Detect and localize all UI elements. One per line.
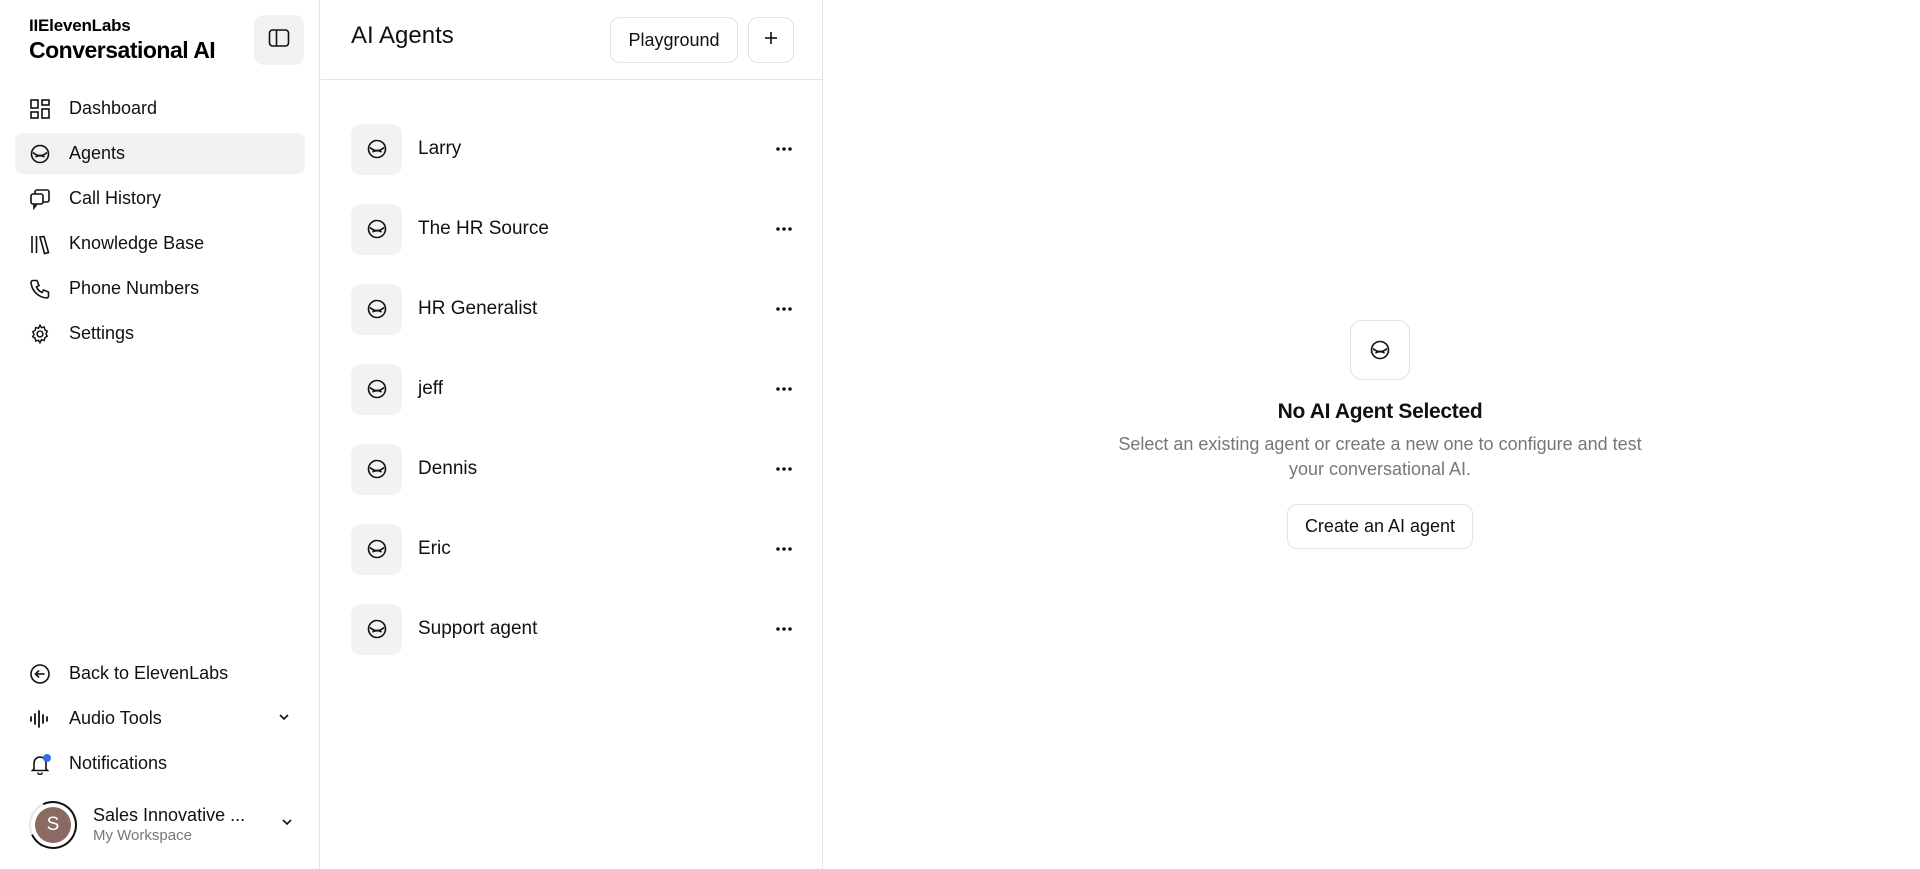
agents-list-panel: AI Agents Playground Larry The HR Source H… <box>321 0 823 869</box>
agent-icon <box>351 603 402 655</box>
empty-state-title: No AI Agent Selected <box>1277 400 1483 423</box>
agent-row[interactable]: Eric <box>351 509 801 589</box>
agent-icon <box>29 143 51 165</box>
agent-name: Support agent <box>418 618 538 639</box>
agent-name: HR Generalist <box>418 298 538 319</box>
more-options-icon[interactable] <box>771 136 797 162</box>
more-options-icon[interactable] <box>771 456 797 482</box>
agent-name: Eric <box>418 538 451 559</box>
agent-icon <box>351 203 402 255</box>
gear-icon <box>29 323 51 345</box>
create-agent-button[interactable]: Create an AI agent <box>1287 504 1473 549</box>
brand-logo[interactable]: IIElevenLabs Conversational AI <box>29 16 216 64</box>
audio-tools-label: Audio Tools <box>69 708 162 728</box>
notifications-label: Notifications <box>69 753 168 773</box>
notifications-link[interactable]: Notifications <box>15 743 305 784</box>
agent-icon <box>351 283 402 335</box>
agent-icon <box>351 123 402 175</box>
agent-name: The HR Source <box>418 218 549 239</box>
more-options-icon[interactable] <box>771 616 797 642</box>
chevron-down-icon <box>280 815 294 834</box>
sidebar-item-phone-numbers[interactable]: Phone Numbers <box>15 268 305 309</box>
back-arrow-circle-icon <box>29 663 51 685</box>
sidebar-item-label: Call History <box>69 188 162 208</box>
sidebar-item-label: Phone Numbers <box>69 278 200 298</box>
sidebar-toggle-icon <box>267 26 291 55</box>
empty-state-description: Select an existing agent or create a new… <box>1118 434 1642 479</box>
sidebar-item-label: Dashboard <box>69 98 158 118</box>
back-to-elevenlabs-link[interactable]: Back to ElevenLabs <box>15 653 305 694</box>
sidebar-item-knowledge-base[interactable]: Knowledge Base <box>15 223 305 264</box>
agent-row[interactable]: jeff <box>351 349 801 429</box>
playground-button[interactable]: Playground <box>610 17 738 63</box>
empty-state: No AI Agent Selected Select an existing … <box>1040 320 1720 549</box>
page-title: AI Agents <box>351 22 454 49</box>
more-options-icon[interactable] <box>771 536 797 562</box>
agent-icon <box>351 363 402 415</box>
notification-dot <box>43 753 51 762</box>
avatar: S <box>35 807 71 843</box>
dashboard-icon <box>29 98 51 120</box>
add-agent-button[interactable] <box>748 17 794 63</box>
agent-row[interactable]: Support agent <box>351 589 801 669</box>
books-icon <box>29 233 51 255</box>
workspace-subtitle: My Workspace <box>93 827 192 844</box>
more-options-icon[interactable] <box>771 376 797 402</box>
sidebar-item-dashboard[interactable]: Dashboard <box>15 88 305 129</box>
agent-name: jeff <box>418 378 444 399</box>
sidebar-bottom: Back to ElevenLabs Audio Tools Notificat… <box>15 653 305 788</box>
agent-list: Larry The HR Source HR Generalist jeff Denni… <box>351 109 801 669</box>
agent-row[interactable]: Larry <box>351 109 801 189</box>
waveform-icon <box>29 708 51 730</box>
collapse-sidebar-button[interactable] <box>254 15 304 65</box>
phone-icon <box>29 278 51 300</box>
avatar-ring: S <box>29 801 77 849</box>
bell-icon <box>29 753 51 775</box>
agent-name: Dennis <box>418 458 478 479</box>
sidebar-item-label: Knowledge Base <box>69 233 205 253</box>
sidebar-item-label: Agents <box>69 143 126 163</box>
agent-row[interactable]: Dennis <box>351 429 801 509</box>
sidebar: IIElevenLabs Conversational AI Dashboard… <box>0 0 320 869</box>
sidebar-item-call-history[interactable]: Call History <box>15 178 305 219</box>
sidebar-item-settings[interactable]: Settings <box>15 313 305 354</box>
agent-icon <box>1350 320 1410 380</box>
plus-icon <box>763 30 779 51</box>
workspace-name: Sales Innovative ... <box>93 805 246 825</box>
brand-company: IIElevenLabs <box>29 16 131 35</box>
agent-row[interactable]: HR Generalist <box>351 269 801 349</box>
chevron-down-icon <box>277 708 291 729</box>
sidebar-nav: Dashboard Agents Call History Knowledge … <box>15 88 305 358</box>
brand-product: Conversational AI <box>29 37 216 63</box>
more-options-icon[interactable] <box>771 216 797 242</box>
sidebar-item-label: Settings <box>69 323 135 343</box>
sidebar-item-agents[interactable]: Agents <box>15 133 305 174</box>
agent-row[interactable]: The HR Source <box>351 189 801 269</box>
audio-tools-toggle[interactable]: Audio Tools <box>15 698 305 739</box>
workspace-switcher[interactable]: S Sales Innovative ... My Workspace <box>29 800 304 850</box>
more-options-icon[interactable] <box>771 296 797 322</box>
chat-bubbles-icon <box>29 188 51 210</box>
agent-icon <box>351 443 402 495</box>
back-label: Back to ElevenLabs <box>69 663 229 683</box>
agent-name: Larry <box>418 138 462 159</box>
agent-icon <box>351 523 402 575</box>
list-header: AI Agents Playground <box>321 0 822 80</box>
